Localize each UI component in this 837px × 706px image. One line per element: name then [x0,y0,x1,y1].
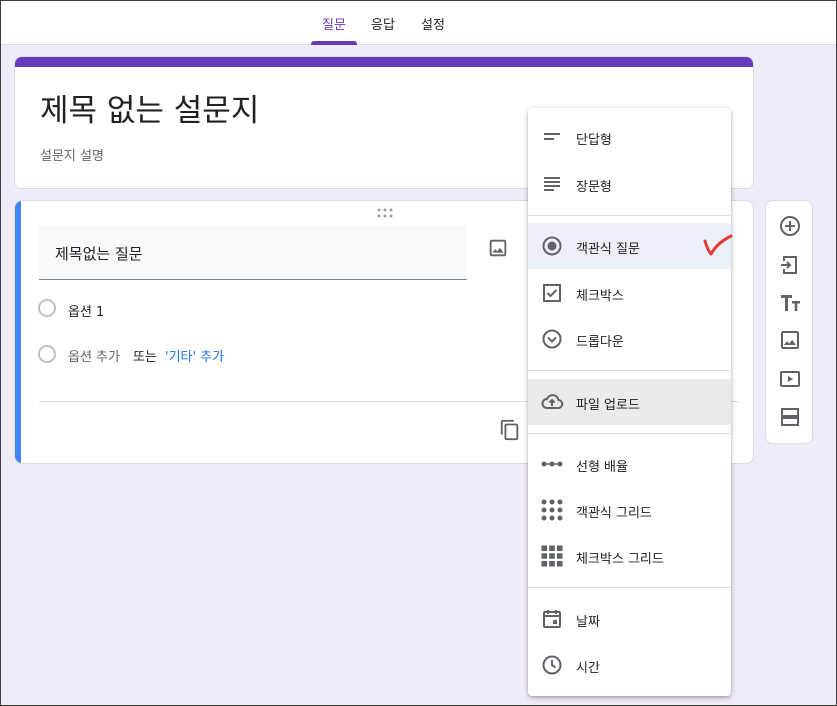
menu-item-date[interactable]: 날짜 [528,596,731,642]
menu-item-time[interactable]: 시간 [528,642,731,688]
tab-questions[interactable]: 질문 [311,1,357,45]
add-section-icon[interactable] [778,405,802,429]
add-title-icon[interactable] [778,291,802,315]
menu-item-checkbox-grid[interactable]: 체크박스 그리드 [528,533,731,579]
add-image-tool-icon[interactable] [778,328,802,352]
option-1-text[interactable]: 옵션 1 [68,301,104,320]
duplicate-icon[interactable] [499,419,521,441]
active-question-bar [15,201,21,463]
question-title-text: 제목없는 질문 [55,245,143,263]
add-other-link[interactable]: '기타' 추가 [165,346,224,365]
cloud-upload-icon [541,394,564,409]
menu-divider [528,433,731,434]
option-radio [38,299,56,317]
active-tab-indicator [311,41,357,45]
menu-item-file-upload[interactable]: 파일 업로드 [528,379,731,425]
grid-dots-icon [541,499,563,521]
menu-divider [528,215,731,216]
annotation-checkmark-icon [703,234,733,256]
or-text: 또는 [133,350,157,365]
add-option-link[interactable]: 옵션 추가 [68,346,120,365]
menu-item-checkbox[interactable]: 체크박스 [528,270,731,316]
menu-item-short-answer[interactable]: 단답형 [528,114,731,160]
menu-item-paragraph[interactable]: 장문형 [528,161,731,207]
menu-divider [528,587,731,588]
checkbox-icon [543,284,561,302]
paragraph-icon [544,177,560,191]
add-image-icon[interactable] [487,237,509,259]
top-tab-bar: 질문 응답 설정 [1,1,836,45]
calendar-icon [543,610,561,628]
menu-divider [528,370,731,371]
tab-settings[interactable]: 설정 [413,1,453,45]
title-accent-bar [15,57,753,67]
add-video-icon[interactable] [778,367,802,391]
radio-icon [542,236,562,256]
side-toolbar [765,200,813,444]
clock-icon [542,655,562,675]
drag-handle-icon[interactable] [377,208,393,218]
tab-responses[interactable]: 응답 [363,1,403,45]
menu-item-multiple-choice[interactable]: 객관식 질문 [528,223,731,269]
short-answer-icon [544,133,560,140]
question-type-menu: 단답형 장문형 객관식 질문 체크박스 드롭다운 파일 업로드 선형 배율 객관… [528,108,731,696]
import-questions-icon[interactable] [778,253,802,277]
question-title-input[interactable]: 제목없는 질문 [39,225,467,280]
add-option-radio [38,345,56,363]
menu-item-linear-scale[interactable]: 선형 배율 [528,441,731,487]
add-question-icon[interactable] [778,214,802,238]
grid-squares-icon [541,545,563,567]
dropdown-icon [542,329,562,349]
menu-item-multiple-choice-grid[interactable]: 객관식 그리드 [528,487,731,533]
menu-item-dropdown[interactable]: 드롭다운 [528,316,731,362]
form-description[interactable]: 설문지 설명 [40,145,104,164]
form-title[interactable]: 제목 없는 설문지 [40,85,259,130]
linear-scale-icon [541,461,563,467]
